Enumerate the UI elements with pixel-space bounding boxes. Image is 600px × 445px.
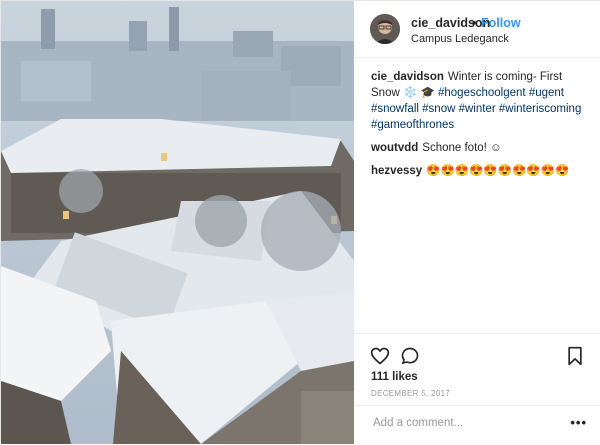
avatar[interactable] [370,14,400,44]
comment-username[interactable]: woutvdd [371,142,418,154]
post-header: cie_davidson • Follow Campus Ledeganck [354,1,600,58]
hashtag[interactable]: #gameofthrones [371,119,454,131]
comment-item: hezvessy 😍😍😍😍😍😍😍😍😍😍 [371,163,591,179]
action-bar [354,333,600,366]
post-sidebar: cie_davidson • Follow Campus Ledeganck c… [354,1,600,444]
more-options-icon[interactable]: ••• [570,415,587,430]
comment-icon[interactable] [400,346,420,366]
comment-input[interactable] [371,416,555,430]
post-date: DECEMBER 5, 2017 [371,389,451,398]
hashtag[interactable]: #winteriscoming [499,103,581,115]
hashtag[interactable]: #winter [459,103,496,115]
comments-list: cie_davidson Winter is coming- First Snow… [371,69,591,186]
avatar-image [370,14,400,44]
comment-username[interactable]: hezvessy [371,165,422,177]
location-link[interactable]: Campus Ledeganck [411,33,509,45]
instagram-post: cie_davidson • Follow Campus Ledeganck c… [0,0,600,444]
comment-text: 😍😍😍😍😍😍😍😍😍😍 [426,165,570,177]
hashtag[interactable]: #snowfall [371,103,419,115]
caption: cie_davidson Winter is coming- First Snow… [371,69,591,133]
caption-username[interactable]: cie_davidson [371,71,444,83]
likes-count[interactable]: 111 likes [371,371,418,383]
comment-text: Schone foto! ☺ [422,142,502,154]
follow-button[interactable]: Follow [481,16,521,30]
post-photo[interactable] [1,1,354,444]
comment-item: woutvdd Schone foto! ☺ [371,140,591,156]
add-comment-section: ••• [354,405,600,445]
snowy-campus-photo [1,1,354,444]
post-username[interactable]: cie_davidson [411,16,490,30]
separator-dot: • [472,16,477,30]
hashtag[interactable]: #ugent [529,87,564,99]
hashtag[interactable]: #snow [422,103,455,115]
heart-icon[interactable] [370,346,390,366]
bookmark-icon[interactable] [565,346,585,366]
hashtag[interactable]: #hogeschoolgent [438,87,526,99]
